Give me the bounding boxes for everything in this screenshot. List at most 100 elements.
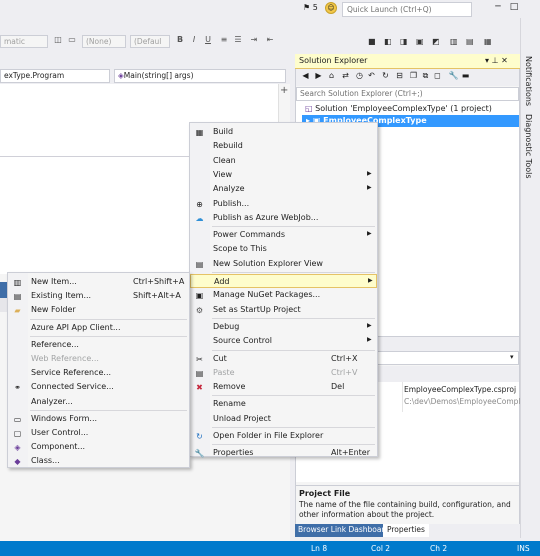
menu-item-publish[interactable]: ⊕ Publish... — [190, 197, 377, 211]
menu-item-power-commands[interactable]: Power Commands ▶ — [190, 228, 377, 242]
status-bar: Ln 8 Col 2 Ch 2 INS — [0, 541, 540, 556]
notifications-flag-icon[interactable]: ⚑ 5 — [303, 3, 321, 15]
notifications-count: 5 — [312, 3, 318, 12]
tab-diagnostic-tools[interactable]: Diagnostic Tools — [524, 114, 533, 179]
align-icon[interactable]: ≡ — [218, 35, 230, 48]
menu-item-label: Class... — [31, 456, 60, 466]
font-combo[interactable]: matic — [0, 35, 48, 48]
indent-icon[interactable]: ⇥ — [248, 35, 260, 48]
show-all-files-icon[interactable]: ❐ — [408, 71, 419, 83]
properties-grid-divider[interactable] — [402, 382, 403, 412]
bookmark-list-icon[interactable]: ▥ — [450, 37, 458, 46]
underline-button[interactable]: U — [202, 35, 214, 48]
add-item-new-folder[interactable]: ▰ New Folder — [8, 303, 189, 317]
copy-icon[interactable]: ⧉ — [420, 71, 431, 83]
menu-item-view[interactable]: View ▶ — [190, 168, 377, 182]
comment-icon[interactable]: ▤ — [466, 37, 474, 46]
menu-item-manage-nuget-packages[interactable]: ▣ Manage NuGet Packages... — [190, 288, 377, 302]
close-icon[interactable]: ✕ — [501, 56, 508, 65]
menu-item-rename[interactable]: Rename — [190, 397, 377, 411]
menu-separator — [30, 335, 187, 337]
sync-icon[interactable]: ⇄ — [340, 71, 351, 83]
pending-changes-icon[interactable]: ◷ — [354, 71, 365, 83]
add-item-reference[interactable]: Reference... — [8, 338, 189, 352]
menu-item-clean[interactable]: Clean — [190, 154, 377, 168]
block-icon[interactable]: ▭ — [66, 35, 78, 48]
tab-properties[interactable]: Properties — [383, 524, 429, 537]
add-item-class[interactable]: ◆ Class... — [8, 454, 189, 468]
bookmark-prev-icon[interactable]: ◧ — [384, 37, 392, 46]
add-item-connected-service[interactable]: ⚭ Connected Service... — [8, 380, 189, 394]
menu-item-paste[interactable]: ▤ Paste Ctrl+V — [190, 366, 377, 380]
menu-item-add[interactable]: Add ▶ — [190, 274, 377, 288]
menu-item-publish-as-azure-webjob[interactable]: ☁ Publish as Azure WebJob... — [190, 211, 377, 225]
italic-button[interactable]: I — [188, 35, 200, 48]
menu-item-debug[interactable]: Debug ▶ — [190, 320, 377, 334]
add-item-azure-api-app-client[interactable]: Azure API App Client... — [8, 321, 189, 335]
bookmark-clear-icon[interactable]: ◩ — [432, 37, 440, 46]
menu-item-label: Rename — [213, 399, 246, 409]
menu-item-build[interactable]: ▦ Build — [190, 125, 377, 139]
add-item-windows-form[interactable]: ▭ Windows Form... — [8, 412, 189, 426]
history-icon[interactable]: ↶ — [366, 71, 377, 83]
bookmark-icon[interactable]: ■ — [368, 37, 376, 46]
maximize-button[interactable]: □ — [506, 2, 522, 12]
add-item-user-control[interactable]: ▢ User Control... — [8, 426, 189, 440]
add-item-web-reference[interactable]: Web Reference... — [8, 352, 189, 366]
chevron-down-icon[interactable]: ▾ — [510, 353, 514, 361]
submenu-arrow-icon: ▶ — [368, 277, 373, 284]
default-combo[interactable]: (Defaul — [130, 35, 170, 48]
member-navigation-combo[interactable]: ◈Main(string[] args) — [114, 69, 286, 83]
menu-separator — [30, 409, 187, 411]
tab-notifications[interactable]: Notifications — [524, 56, 533, 106]
outdent-icon[interactable]: ⇤ — [264, 35, 276, 48]
preview-icon[interactable]: ▬ — [460, 71, 471, 83]
uncomment-icon[interactable]: ▦ — [484, 37, 492, 46]
menu-item-new-solution-explorer-view[interactable]: ▤ New Solution Explorer View — [190, 257, 377, 271]
solution-explorer-search-input[interactable]: Search Solution Explorer (Ctrl+;) — [296, 87, 519, 101]
menu-item-remove[interactable]: ✖ Remove Del — [190, 380, 377, 394]
split-editor-icon[interactable]: + — [280, 85, 288, 96]
menu-item-analyze[interactable]: Analyze ▶ — [190, 182, 377, 196]
property-value-project-folder[interactable]: C:\dev\Demos\EmployeeComple — [404, 397, 525, 406]
pin-icon[interactable]: ⊥ — [492, 56, 499, 65]
quick-launch-input[interactable]: Quick Launch (Ctrl+Q) — [342, 2, 472, 17]
back-icon[interactable]: ◀ — [300, 71, 311, 83]
menu-item-properties[interactable]: 🔧 Properties Alt+Enter — [190, 446, 377, 460]
submenu-arrow-icon: ▶ — [367, 184, 372, 192]
add-item-new-item[interactable]: ▥ New Item... Ctrl+Shift+A — [8, 275, 189, 289]
menu-item-source-control[interactable]: Source Control ▶ — [190, 334, 377, 348]
property-value-project-file[interactable]: EmployeeComplexType.csproj — [404, 385, 516, 394]
menu-item-scope-to-this[interactable]: Scope to This — [190, 242, 377, 256]
list-icon[interactable]: ☰ — [232, 35, 244, 48]
home-icon[interactable]: ⌂ — [326, 71, 337, 83]
menu-item-rebuild[interactable]: Rebuild — [190, 139, 377, 153]
menu-item-cut[interactable]: ✂ Cut Ctrl+X — [190, 352, 377, 366]
feedback-smiley-icon[interactable]: ☺ — [325, 2, 337, 14]
view-code-icon[interactable]: ◻ — [432, 71, 443, 83]
add-item-service-reference[interactable]: Service Reference... — [8, 366, 189, 380]
submenu-arrow-icon: ▶ — [367, 230, 372, 238]
add-item-analyzer[interactable]: Analyzer... — [8, 395, 189, 409]
type-navigation-combo[interactable]: exType.Program — [0, 69, 110, 83]
bookmark-folder-icon[interactable]: ▣ — [416, 37, 424, 46]
menu-item-open-folder-in-file-explorer[interactable]: ↻ Open Folder in File Explorer — [190, 429, 377, 443]
refresh-icon[interactable]: ↻ — [380, 71, 391, 83]
add-item-existing-item[interactable]: ▤ Existing Item... Shift+Alt+A — [8, 289, 189, 303]
solution-node[interactable]: ◱ Solution 'EmployeeComplexType' (1 proj… — [305, 104, 492, 113]
bold-button[interactable]: B — [174, 35, 186, 48]
status-line: Ln 8 — [311, 544, 328, 553]
properties-wrench-icon[interactable]: 🔧 — [448, 71, 459, 83]
menu-item-unload-project[interactable]: Unload Project — [190, 412, 377, 426]
dropdown-icon[interactable]: ▾ — [485, 56, 489, 65]
menu-item-label: Cut — [213, 353, 227, 363]
add-item-component[interactable]: ◈ Component... — [8, 440, 189, 454]
format-icon[interactable]: ◫ — [52, 35, 64, 48]
forward-icon[interactable]: ▶ — [313, 71, 324, 83]
collapse-all-icon[interactable]: ⊟ — [394, 71, 405, 83]
menu-item-set-as-startup-project[interactable]: ⚙ Set as StartUp Project — [190, 303, 377, 317]
bookmark-next-icon[interactable]: ◨ — [400, 37, 408, 46]
tab-browser-link-dashboard[interactable]: Browser Link Dashboard — [295, 524, 393, 537]
style-combo[interactable]: (None) — [82, 35, 126, 48]
minimize-button[interactable]: ─ — [490, 2, 506, 12]
